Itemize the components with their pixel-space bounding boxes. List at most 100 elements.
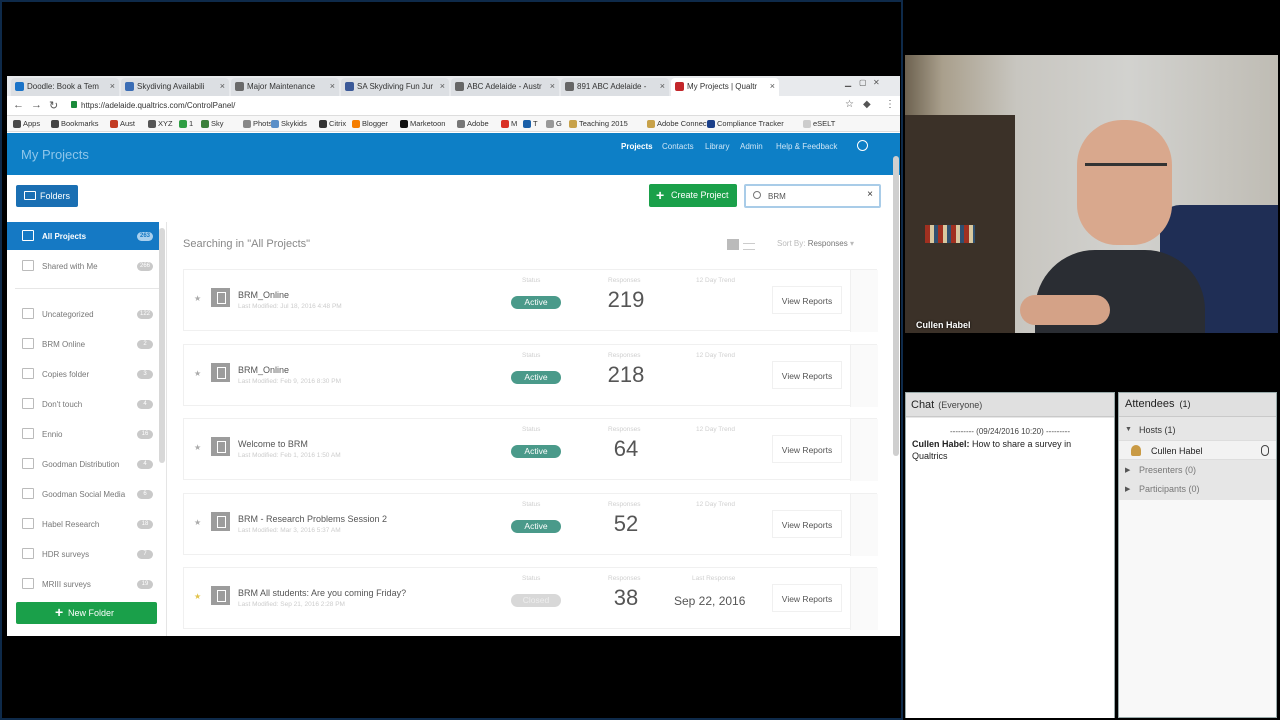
close-icon[interactable]: ×	[110, 81, 115, 91]
browser-tab[interactable]: ABC Adelaide - Austr ×	[451, 78, 559, 96]
maximize-icon[interactable]: ▢	[859, 78, 867, 87]
bookmark-item[interactable]: T	[523, 119, 538, 128]
bookmark-item[interactable]: Adobe Connect	[647, 119, 709, 128]
project-row[interactable]: ★ Welcome to BRM Last Modified: Feb 1, 201…	[183, 418, 878, 481]
close-icon[interactable]: ×	[330, 81, 335, 91]
bookmark-item[interactable]: Phots	[243, 119, 272, 128]
sidebar-item-ennio[interactable]: Ennio 16	[7, 420, 159, 448]
sidebar-item-goodman-social-media[interactable]: Goodman Social Media 6	[7, 480, 159, 508]
create-project-button[interactable]: + Create Project	[649, 184, 737, 207]
chat-audience[interactable]: (Everyone)	[938, 400, 982, 410]
close-icon[interactable]: ×	[440, 81, 445, 91]
sidebar-item-shared[interactable]: Shared with Me 266	[7, 252, 159, 280]
forward-icon[interactable]: →	[31, 99, 42, 111]
project-row[interactable]: ★ BRM - Research Problems Session 2 Last M…	[183, 493, 878, 556]
star-icon[interactable]: ★	[194, 294, 201, 303]
bookmark-item[interactable]: Apps	[13, 119, 40, 128]
reload-icon[interactable]: ↻	[49, 99, 58, 112]
sidebar-item-dont-touch[interactable]: Don't touch 4	[7, 390, 159, 418]
project-name[interactable]: BRM_Online	[238, 290, 289, 300]
more-options-button[interactable]	[850, 568, 878, 630]
bookmark-item[interactable]: Aust	[110, 119, 135, 128]
attendee-row[interactable]: Cullen Habel	[1119, 440, 1276, 460]
bookmark-star-icon[interactable]: ☆	[845, 99, 854, 110]
star-icon[interactable]: ★	[194, 518, 201, 527]
extension-icon[interactable]: ◆	[863, 99, 871, 110]
bookmark-item[interactable]: Citrix	[319, 119, 346, 128]
browser-tab[interactable]: 891 ABC Adelaide - ×	[561, 78, 669, 96]
project-name[interactable]: Welcome to BRM	[238, 439, 308, 449]
nav-admin[interactable]: Admin	[740, 142, 763, 151]
project-row[interactable]: ★ BRM All students: Are you coming Friday…	[183, 567, 878, 630]
project-row[interactable]: ★ BRM_Online Last Modified: Feb 9, 2016 8:…	[183, 344, 878, 407]
more-options-button[interactable]	[850, 494, 878, 556]
more-options-button[interactable]	[850, 270, 878, 332]
hosts-group[interactable]: ▼ Hosts (1)	[1119, 421, 1276, 440]
close-icon[interactable]: ×	[220, 81, 225, 91]
folders-button[interactable]: Folders	[16, 185, 78, 207]
browser-tab[interactable]: Doodle: Book a Tem ×	[11, 78, 119, 96]
bookmark-item[interactable]: Marketoon	[400, 119, 445, 128]
bookmark-item[interactable]: Bookmarks	[51, 119, 99, 128]
url-field[interactable]: https://adelaide.qualtrics.com/ControlPa…	[71, 99, 851, 113]
view-reports-button[interactable]: View Reports	[772, 286, 842, 314]
bookmark-item[interactable]: Adobe	[457, 119, 489, 128]
bookmark-item[interactable]: Teaching 2015	[569, 119, 628, 128]
sidebar-item-brm-online[interactable]: BRM Online 2	[7, 330, 159, 358]
browser-tab[interactable]: Major Maintenance ×	[231, 78, 339, 96]
bookmark-item[interactable]: Blogger	[352, 119, 388, 128]
bookmark-item[interactable]: M	[501, 119, 517, 128]
grid-view-icon[interactable]	[727, 239, 739, 250]
nav-help-feedback[interactable]: Help & Feedback	[776, 142, 837, 151]
new-folder-button[interactable]: + New Folder	[16, 602, 157, 624]
nav-projects[interactable]: Projects	[621, 142, 653, 151]
bookmark-item[interactable]: Compliance Tracker	[707, 119, 784, 128]
view-reports-button[interactable]: View Reports	[772, 435, 842, 463]
nav-contacts[interactable]: Contacts	[662, 142, 694, 151]
bookmark-item[interactable]: Sky	[201, 119, 224, 128]
sidebar-item-mrii-surveys[interactable]: MRIII surveys 19	[7, 570, 159, 598]
sidebar-item-habel-research[interactable]: Habel Research 18	[7, 510, 159, 538]
sidebar-scrollbar[interactable]	[159, 228, 165, 463]
view-reports-button[interactable]: View Reports	[772, 361, 842, 389]
project-name[interactable]: BRM_Online	[238, 365, 289, 375]
close-icon[interactable]: ×	[550, 81, 555, 91]
bookmark-item[interactable]: Skykids	[271, 119, 307, 128]
minimize-icon[interactable]: ▁	[845, 78, 851, 87]
star-icon[interactable]: ★	[194, 592, 201, 601]
project-name[interactable]: BRM All students: Are you coming Friday?	[238, 588, 406, 598]
participants-group[interactable]: ▶ Participants (0)	[1119, 480, 1276, 499]
sidebar-item-copies-folder[interactable]: Copies folder 3	[7, 360, 159, 388]
list-view-icon[interactable]	[743, 243, 755, 250]
close-icon[interactable]: ×	[660, 81, 665, 91]
more-options-button[interactable]	[850, 345, 878, 407]
clear-search-icon[interactable]: ×	[867, 189, 873, 200]
scrollbar[interactable]	[893, 156, 899, 456]
bookmark-item[interactable]: XYZ	[148, 119, 173, 128]
project-row[interactable]: ★ BRM_Online Last Modified: Jul 18, 2016 4…	[183, 269, 878, 332]
star-icon[interactable]: ★	[194, 369, 201, 378]
window-close-icon[interactable]: ✕	[873, 78, 880, 87]
sidebar-item-goodman-distribution[interactable]: Goodman Distribution 4	[7, 450, 159, 478]
nav-library[interactable]: Library	[705, 142, 729, 151]
project-name[interactable]: BRM - Research Problems Session 2	[238, 514, 387, 524]
menu-icon[interactable]: ⋮	[885, 99, 895, 110]
search-input[interactable]	[768, 189, 858, 203]
browser-tab[interactable]: SA Skydiving Fun Jur ×	[341, 78, 449, 96]
bookmark-item[interactable]: G	[546, 119, 562, 128]
sidebar-item-hdr-surveys[interactable]: HDR surveys 7	[7, 540, 159, 568]
browser-tab-active[interactable]: My Projects | Qualtr ×	[671, 78, 779, 96]
sidebar-item-uncategorized[interactable]: Uncategorized 122	[7, 300, 159, 328]
star-icon[interactable]: ★	[194, 443, 201, 452]
close-icon[interactable]: ×	[770, 81, 775, 91]
back-icon[interactable]: ←	[13, 99, 24, 111]
presenters-group[interactable]: ▶ Presenters (0)	[1119, 461, 1276, 480]
view-reports-button[interactable]: View Reports	[772, 510, 842, 538]
bookmark-item[interactable]: 1	[179, 119, 193, 128]
sidebar-item-all-projects[interactable]: All Projects 263	[7, 222, 159, 250]
sort-control[interactable]: Sort By: Responses ▾	[777, 239, 854, 248]
bookmark-item[interactable]: eSELT	[803, 119, 835, 128]
more-options-button[interactable]	[850, 419, 878, 481]
browser-tab[interactable]: Skydiving Availabili ×	[121, 78, 229, 96]
view-reports-button[interactable]: View Reports	[772, 584, 842, 612]
